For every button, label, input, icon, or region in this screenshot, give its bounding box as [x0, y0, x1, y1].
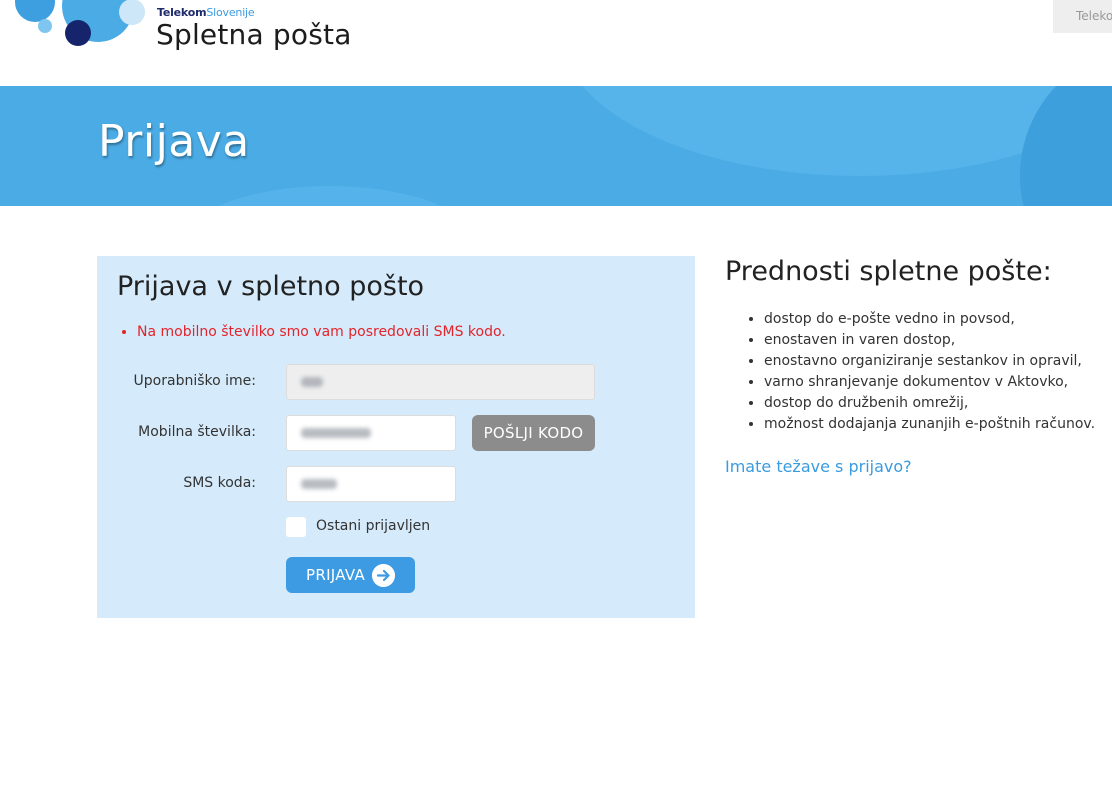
benefit-item: možnost dodajanja zunanjih e-poštnih rač…: [764, 414, 1095, 435]
login-panel: Prijava v spletno pošto Na mobilno števi…: [97, 256, 695, 618]
arrow-right-icon: [372, 564, 395, 587]
mobile-value-redacted: [301, 428, 371, 438]
benefits-list: dostop do e-pošte vedno in povsod, enost…: [764, 309, 1095, 435]
product-name: Spletna pošta: [156, 18, 352, 51]
error-list: Na mobilno številko smo vam posredovali …: [137, 324, 506, 340]
benefits-title: Prednosti spletne pošte:: [725, 256, 1052, 287]
login-submit-label: PRIJAVA: [306, 566, 366, 584]
error-message: Na mobilno številko smo vam posredovali …: [137, 324, 506, 340]
site-header: TelekomSlovenije Spletna pošta Telekom: [0, 0, 1112, 86]
sms-code-input[interactable]: [286, 466, 456, 502]
banner-decoration: [180, 186, 480, 206]
login-title: Prijava v spletno pošto: [117, 271, 425, 302]
page-title: Prijava: [98, 116, 250, 167]
benefit-item: enostaven in varen dostop,: [764, 330, 1095, 351]
mobile-label: Mobilna številka:: [138, 424, 256, 440]
username-label: Uporabniško ime:: [133, 373, 256, 389]
remember-checkbox[interactable]: [286, 517, 306, 537]
sms-code-label: SMS koda:: [183, 475, 256, 491]
telekom-logo-bubbles[interactable]: [0, 0, 150, 60]
login-submit-button[interactable]: PRIJAVA: [286, 557, 415, 593]
benefit-item: dostop do družbenih omrežij,: [764, 393, 1095, 414]
benefit-item: varno shranjevanje dokumentov v Aktovko,: [764, 372, 1095, 393]
remember-label[interactable]: Ostani prijavljen: [316, 518, 430, 534]
top-tab-telekom[interactable]: Telekom: [1053, 0, 1112, 33]
login-help-link[interactable]: Imate težave s prijavo?: [725, 457, 912, 476]
page-banner: Prijava: [0, 86, 1112, 206]
send-code-button[interactable]: POŠLJI KODO: [472, 415, 595, 451]
sms-code-value-redacted: [301, 479, 337, 489]
mobile-input[interactable]: [286, 415, 456, 451]
benefit-item: enostavno organiziranje sestankov in opr…: [764, 351, 1095, 372]
username-input[interactable]: [286, 364, 595, 400]
benefit-item: dostop do e-pošte vedno in povsod,: [764, 309, 1095, 330]
username-value-redacted: [301, 377, 323, 387]
